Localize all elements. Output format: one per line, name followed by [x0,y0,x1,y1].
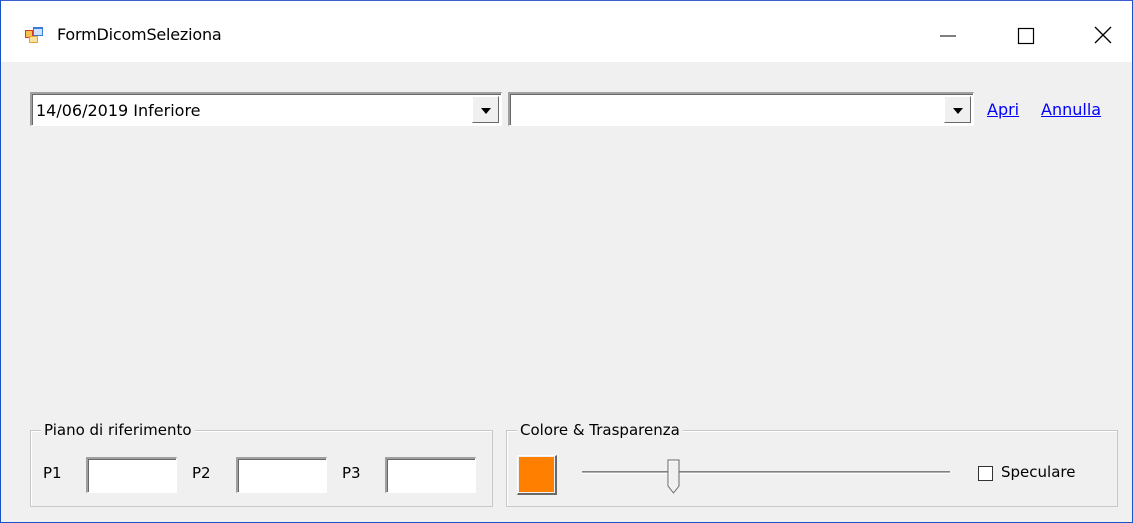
maximize-button[interactable] [1001,15,1047,53]
p1-input[interactable] [86,457,177,493]
apri-link[interactable]: Apri [987,100,1019,119]
series-dropdown-button[interactable] [472,96,499,123]
app-icon [25,27,43,43]
form-window: FormDicomSeleziona 14/06/2019 Inferiore … [0,0,1133,523]
close-button[interactable] [1079,15,1125,53]
p3-label: P3 [342,464,361,482]
speculare-label[interactable]: Speculare [1001,463,1075,481]
image-combobox[interactable] [508,92,974,126]
colore-trasparenza-title: Colore & Trasparenza [517,421,683,439]
speculare-checkbox[interactable] [978,466,993,481]
piano-riferimento-group: Piano di riferimento P1 P2 P3 [30,421,493,507]
series-combobox-value: 14/06/2019 Inferiore [36,101,201,120]
p2-label: P2 [192,464,211,482]
p1-label: P1 [43,464,62,482]
transparency-slider-thumb[interactable] [667,459,681,495]
title-bar[interactable]: FormDicomSeleziona [1,1,1132,62]
annulla-link[interactable]: Annulla [1041,100,1101,119]
p2-input[interactable] [236,457,327,493]
color-picker-button[interactable] [517,455,557,495]
piano-riferimento-title: Piano di riferimento [41,421,195,439]
image-dropdown-button[interactable] [944,96,971,123]
window-title: FormDicomSeleziona [57,25,222,44]
minimize-button[interactable] [928,15,974,53]
p3-input[interactable] [385,457,476,493]
transparency-slider-track[interactable] [582,471,950,474]
chevron-down-icon [953,108,963,114]
color-swatch-fill [519,457,554,492]
colore-trasparenza-group: Colore & Trasparenza Speculare [506,421,1118,507]
series-combobox[interactable]: 14/06/2019 Inferiore [30,92,502,126]
chevron-down-icon [481,108,491,114]
